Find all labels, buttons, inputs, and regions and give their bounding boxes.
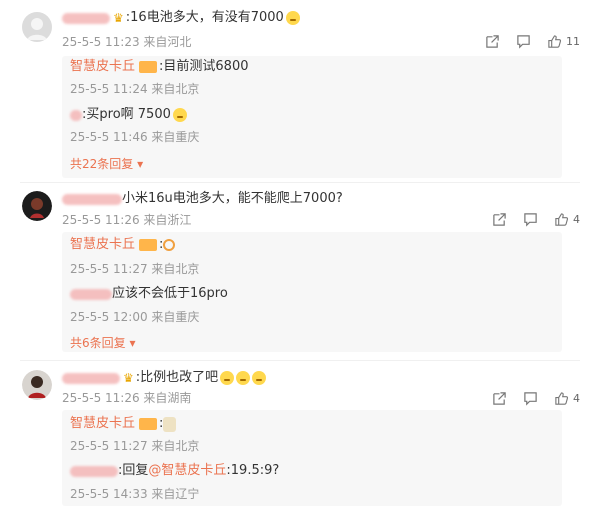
username-redacted[interactable] — [70, 288, 112, 300]
chevron-down-icon: ▾ — [129, 336, 136, 350]
comment-thread: ♛ :16电池多大，有没有7000 25-5-5 11:23 来自河北 11 智… — [0, 0, 600, 185]
comment-text: 小米16u电池多大，能不能爬上7000? — [122, 191, 343, 206]
avatar[interactable] — [22, 12, 52, 42]
reply-item: 智慧皮卡丘 : — [70, 236, 176, 254]
reply-box: 智慧皮卡丘 :目前测试6800 25-5-5 11:24 来自北京 :买pro啊… — [62, 56, 562, 178]
more-replies-label: 共22条回复 — [70, 157, 134, 171]
reply-text: 应该不会低于16pro — [112, 286, 228, 301]
thumbs-up-icon — [548, 34, 562, 48]
reply-item: 应该不会低于16pro — [70, 285, 228, 303]
like-button[interactable]: 4 — [554, 391, 580, 406]
comment-text: :16电池多大，有没有7000 — [125, 10, 284, 25]
reply-text: :目前测试6800 — [159, 59, 249, 74]
vip-badge-icon — [139, 418, 158, 430]
comment-line: ♛ :比例也改了吧 — [62, 368, 267, 388]
reply-meta: 25-5-5 14:33 来自辽宁 — [70, 487, 200, 501]
share-button[interactable] — [492, 391, 507, 406]
comment-icon — [524, 212, 537, 227]
comment-meta: 25-5-5 11:26 来自浙江 — [62, 213, 192, 227]
username-redacted[interactable] — [70, 465, 118, 477]
reply-item: 智慧皮卡丘 : — [70, 415, 177, 433]
sticker-icon — [163, 239, 176, 251]
emoji-icon — [252, 371, 267, 385]
emoji-icon — [220, 371, 235, 385]
more-replies-link[interactable]: 共22条回复 ▾ — [70, 156, 143, 172]
username-redacted[interactable] — [70, 109, 82, 121]
emoji-icon — [236, 371, 251, 385]
crown-icon: ♛ — [113, 11, 124, 25]
avatar[interactable] — [22, 191, 52, 221]
comment-icon — [517, 34, 530, 49]
reply-text: :买pro啊 7500 — [82, 107, 171, 122]
share-icon — [493, 391, 506, 405]
reply-meta: 25-5-5 11:46 来自重庆 — [70, 130, 200, 144]
comment-line: ♛ :16电池多大，有没有7000 — [62, 8, 300, 28]
reply-author[interactable]: 智慧皮卡丘 — [70, 236, 135, 254]
comment-icon — [524, 391, 537, 406]
reply-item: :买pro啊 7500 — [70, 106, 187, 124]
comment-actions: 4 — [492, 389, 580, 407]
reply-meta: 25-5-5 11:27 来自北京 — [70, 439, 200, 453]
comment-meta: 25-5-5 11:23 来自河北 — [62, 35, 192, 49]
comment-actions: 4 — [492, 210, 580, 228]
share-button[interactable] — [485, 34, 500, 49]
reply-text: :回复 — [118, 463, 149, 478]
comment-actions: 11 — [485, 32, 580, 50]
reply-box: 智慧皮卡丘 : 25-5-5 11:27 来自北京 :回复 @智慧皮卡丘 :19… — [62, 410, 562, 506]
reply-author[interactable]: 智慧皮卡丘 — [70, 415, 135, 433]
comment-meta: 25-5-5 11:26 来自湖南 — [62, 391, 192, 405]
vip-badge-icon — [139, 61, 158, 73]
username-redacted[interactable] — [62, 193, 122, 205]
reply-meta: 25-5-5 11:24 来自北京 — [70, 82, 200, 96]
chevron-down-icon: ▾ — [137, 157, 144, 171]
reply-item: :回复 @智慧皮卡丘 :19.5:9? — [70, 462, 279, 480]
mention-link[interactable]: @智慧皮卡丘 — [148, 462, 226, 480]
thumbs-up-icon — [555, 391, 569, 405]
comment-button[interactable] — [516, 34, 531, 49]
comment-line: 小米16u电池多大，能不能爬上7000? — [62, 189, 343, 209]
reply-author[interactable]: 智慧皮卡丘 — [70, 58, 135, 76]
username-redacted[interactable] — [62, 12, 110, 24]
username-redacted[interactable] — [62, 372, 120, 384]
sticker-icon — [163, 416, 177, 432]
crown-icon: ♛ — [123, 371, 134, 385]
comment-button[interactable] — [523, 212, 538, 227]
reply-item: 智慧皮卡丘 :目前测试6800 — [70, 58, 248, 76]
vip-badge-icon — [139, 239, 158, 251]
more-replies-link[interactable]: 共6条回复 ▾ — [70, 335, 136, 351]
like-button[interactable]: 11 — [547, 34, 580, 49]
comment-thread: 小米16u电池多大，能不能爬上7000? 25-5-5 11:26 来自浙江 4… — [0, 183, 600, 363]
like-count: 4 — [573, 391, 580, 405]
reply-box: 智慧皮卡丘 : 25-5-5 11:27 来自北京 应该不会低于16pro 25… — [62, 232, 562, 352]
like-count: 4 — [573, 212, 580, 226]
comment-button[interactable] — [523, 391, 538, 406]
like-count: 11 — [566, 34, 580, 48]
reply-meta: 25-5-5 11:27 来自北京 — [70, 262, 200, 276]
reply-text-continued: :19.5:9? — [226, 463, 280, 478]
reply-meta: 25-5-5 12:00 来自重庆 — [70, 310, 200, 324]
divider — [20, 360, 580, 361]
emoji-icon — [285, 11, 300, 25]
more-replies-label: 共6条回复 — [70, 336, 126, 350]
share-icon — [493, 212, 506, 226]
emoji-icon — [172, 108, 187, 122]
share-icon — [486, 34, 499, 48]
avatar[interactable] — [22, 370, 52, 400]
comment-thread: ♛ :比例也改了吧 25-5-5 11:26 来自湖南 4 智慧皮卡丘 : 25… — [0, 362, 600, 506]
like-button[interactable]: 4 — [554, 212, 580, 227]
comment-text: :比例也改了吧 — [135, 370, 219, 385]
thumbs-up-icon — [555, 212, 569, 226]
share-button[interactable] — [492, 212, 507, 227]
